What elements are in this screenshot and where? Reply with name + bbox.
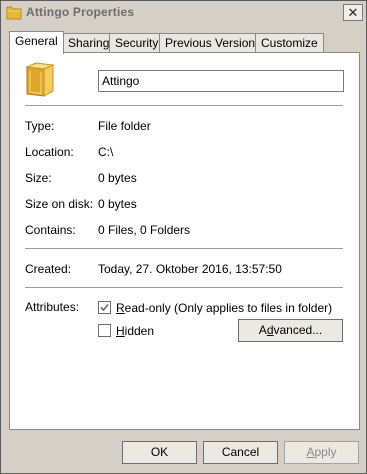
hidden-checkbox[interactable] — [98, 324, 111, 337]
tab-sharing[interactable]: Sharing — [62, 33, 116, 53]
created-label: Created: — [25, 262, 72, 276]
properties-dialog: Attingo Properties ✕ General Sharing Sec… — [0, 0, 367, 474]
advanced-label-rest: vanced... — [273, 323, 323, 337]
attributes-label: Attributes: — [25, 300, 80, 314]
title-bar[interactable]: Attingo Properties ✕ — [2, 2, 365, 24]
cancel-button[interactable]: Cancel — [203, 441, 278, 464]
readonly-label[interactable]: Read-only (Only applies to files in fold… — [116, 301, 332, 315]
apply-accel: A — [306, 445, 315, 459]
location-value: C:\ — [98, 145, 114, 159]
size-on-disk-value: 0 bytes — [98, 197, 137, 211]
tab-previous-versions[interactable]: Previous Versions — [159, 33, 268, 53]
folder-name-input[interactable] — [98, 70, 344, 92]
folder-icon — [24, 61, 56, 97]
tab-general[interactable]: General — [9, 31, 64, 54]
divider — [25, 287, 343, 288]
close-icon: ✕ — [347, 5, 359, 20]
created-value: Today, 27. Oktober 2016, 13:57:50 — [98, 262, 282, 276]
size-on-disk-label: Size on disk: — [25, 197, 94, 211]
apply-button[interactable]: Apply — [284, 441, 359, 464]
folder-icon — [6, 5, 22, 20]
contains-label: Contains: — [25, 223, 76, 237]
hidden-accel: H — [116, 324, 125, 338]
readonly-checkbox[interactable] — [98, 301, 111, 314]
divider — [25, 248, 343, 249]
size-label: Size: — [25, 171, 52, 185]
contains-value: 0 Files, 0 Folders — [98, 223, 191, 237]
hidden-label[interactable]: Hidden — [116, 324, 154, 338]
apply-label-rest: pply — [314, 445, 337, 459]
advanced-button[interactable]: Advanced... — [238, 319, 343, 342]
type-value: File folder — [98, 119, 151, 133]
size-value: 0 bytes — [98, 171, 137, 185]
ok-button[interactable]: OK — [122, 441, 197, 464]
general-tab-panel: Type: File folder Location: C:\ Size: 0 … — [9, 52, 360, 430]
advanced-label-pre: A — [258, 323, 267, 337]
divider — [25, 105, 343, 106]
location-label: Location: — [25, 145, 74, 159]
type-label: Type: — [25, 119, 55, 133]
readonly-accel: R — [116, 301, 125, 315]
readonly-label-text: ead-only (Only applies to files in folde… — [124, 301, 333, 315]
hidden-label-text: idden — [124, 324, 155, 338]
tab-security[interactable]: Security — [109, 33, 165, 53]
tab-customize[interactable]: Customize — [255, 33, 324, 53]
window-title: Attingo Properties — [26, 5, 135, 19]
advanced-accel: d — [266, 323, 274, 337]
close-button[interactable]: ✕ — [343, 4, 363, 21]
checkmark-icon — [100, 303, 109, 312]
